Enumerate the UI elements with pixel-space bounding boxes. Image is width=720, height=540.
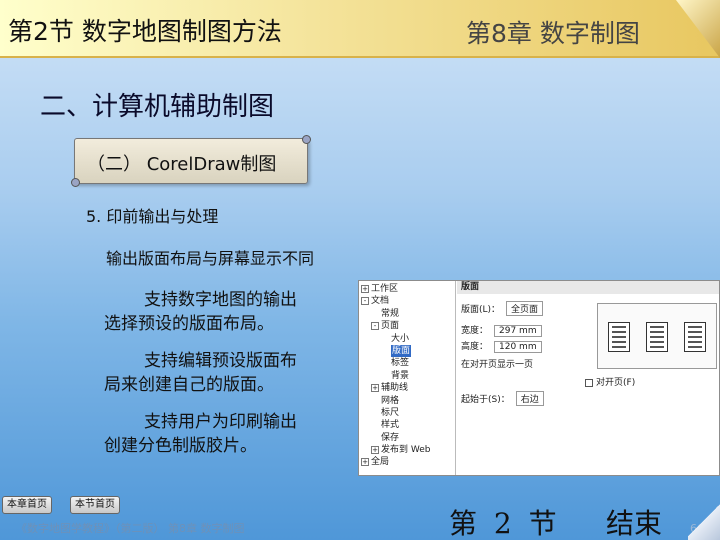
section-end-label: 第 2 节 bbox=[449, 507, 561, 540]
tree-item[interactable]: 常规 bbox=[361, 308, 455, 320]
tree-item-label: 版面 bbox=[391, 344, 412, 357]
scroll-banner: （二） CorelDraw制图 bbox=[71, 135, 311, 187]
heading: 二、计算机辅助制图 bbox=[40, 92, 275, 122]
tree-item[interactable]: 大小 bbox=[361, 333, 455, 345]
tree-item-label: 大小 bbox=[391, 333, 410, 344]
start-row: 起始于(S)： 右边 bbox=[461, 391, 544, 406]
layout-row: 版面(L)： 全页面 bbox=[461, 301, 544, 316]
paragraph-3: 支持用户为印刷输出 创建分色制版胶片。 bbox=[104, 410, 344, 458]
paragraph-line: 局来创建自己的版面。 bbox=[104, 375, 274, 395]
end-button[interactable]: 结束 bbox=[606, 502, 662, 540]
panel-title: 版面 bbox=[457, 281, 719, 294]
preview-page-icon bbox=[608, 322, 630, 352]
collapse-icon[interactable]: - bbox=[361, 297, 369, 306]
tree-item-label: 标签 bbox=[391, 358, 410, 369]
paragraph-2: 支持编辑预设版面布 局来创建自己的版面。 bbox=[104, 349, 344, 397]
tree-item[interactable]: + 辅助线 bbox=[361, 382, 455, 394]
paragraph-line: 支持用户为印刷输出 bbox=[144, 412, 297, 432]
tree-item[interactable]: 版面 bbox=[361, 344, 455, 357]
tree-item-label: 网格 bbox=[381, 395, 400, 406]
start-select[interactable]: 右边 bbox=[515, 391, 544, 406]
options-dialog-screenshot: + 工作区 - 文档 常规 - 页面 大小 版面 标签 背景 + 辅助线 网格 标尺 样式 保存 + 发布到 Web… bbox=[358, 280, 720, 476]
tree-item-label: 背景 bbox=[391, 370, 410, 381]
paragraph-1: 支持数字地图的输出 选择预设的版面布局。 bbox=[104, 288, 344, 336]
preview-page-icon bbox=[646, 322, 668, 352]
slide-header: 第2节 数字地图制图方法 第8章 数字制图 bbox=[0, 0, 720, 58]
facing-pages-checkbox[interactable] bbox=[585, 378, 593, 387]
width-field[interactable]: 297 mm bbox=[494, 325, 542, 337]
tree-item[interactable]: - 页面 bbox=[361, 320, 455, 332]
paragraph-line: 创建分色制版胶片。 bbox=[104, 436, 257, 456]
tree-item-label: 样式 bbox=[381, 420, 400, 431]
expand-icon[interactable]: + bbox=[361, 458, 369, 467]
section-home-button[interactable]: 本节首页 bbox=[70, 496, 120, 514]
tree-item-label: 发布到 Web bbox=[381, 445, 431, 456]
facing-pages-label: 对开页(F) bbox=[596, 378, 636, 388]
tree-item[interactable]: 标尺 bbox=[361, 407, 455, 419]
options-tree: + 工作区 - 文档 常规 - 页面 大小 版面 标签 背景 + 辅助线 网格 标尺 样式 保存 + 发布到 Web… bbox=[359, 281, 456, 475]
preview-page-icon bbox=[684, 322, 706, 352]
height-row: 高度： 120 mm bbox=[461, 339, 542, 353]
chapter-title: 第8章 数字制图 bbox=[466, 19, 640, 48]
paragraph-line: 支持编辑预设版面布 bbox=[144, 351, 297, 371]
footer-info: 《数字地图学教程》（第二版） 第8章 数字制图 bbox=[16, 522, 245, 535]
page-curl-corner bbox=[688, 500, 720, 540]
item-heading: 5. 印前输出与处理 bbox=[86, 207, 219, 226]
layout-select[interactable]: 全页面 bbox=[506, 301, 544, 316]
collapse-icon[interactable]: - bbox=[371, 322, 379, 331]
tree-item[interactable]: 标签 bbox=[361, 357, 455, 369]
facing-pages-option[interactable]: 对开页(F) bbox=[585, 375, 635, 388]
width-row: 宽度： 297 mm bbox=[461, 323, 542, 337]
tree-item-label: 全局 bbox=[371, 457, 390, 468]
layout-label: 版面(L)： bbox=[461, 305, 501, 315]
start-label: 起始于(S)： bbox=[461, 395, 510, 405]
tree-item[interactable]: + 工作区 bbox=[361, 283, 455, 295]
tree-item[interactable]: + 发布到 Web bbox=[361, 444, 455, 456]
tree-item-label: 文档 bbox=[371, 296, 390, 307]
page-curl-decoration bbox=[676, 0, 720, 58]
height-label: 高度： bbox=[461, 342, 489, 352]
expand-icon[interactable]: + bbox=[361, 285, 369, 293]
width-label: 宽度： bbox=[461, 326, 489, 336]
paragraph-line: 选择预设的版面布局。 bbox=[104, 314, 274, 334]
layout-panel: 版面 版面(L)： 全页面 宽度： 297 mm 高度： 120 mm 在对开页显示一… bbox=[457, 281, 719, 475]
tree-item-label: 辅助线 bbox=[381, 383, 409, 394]
tree-item[interactable]: 网格 bbox=[361, 395, 455, 407]
tree-item-label: 页面 bbox=[381, 321, 400, 332]
tree-item[interactable]: 样式 bbox=[361, 419, 455, 431]
chapter-home-button[interactable]: 本章首页 bbox=[2, 496, 52, 514]
expand-icon[interactable]: + bbox=[371, 384, 379, 393]
height-field[interactable]: 120 mm bbox=[494, 341, 542, 353]
expand-icon[interactable]: + bbox=[371, 446, 379, 455]
section-title: 第2节 数字地图制图方法 bbox=[8, 17, 282, 46]
tree-item-label: 常规 bbox=[381, 308, 400, 319]
tree-item[interactable]: + 全局 bbox=[361, 456, 455, 468]
tree-item-label: 工作区 bbox=[371, 284, 399, 294]
tree-item-label: 保存 bbox=[381, 432, 400, 443]
scroll-banner-label: （二） CorelDraw制图 bbox=[87, 154, 277, 175]
tree-item[interactable]: - 文档 bbox=[361, 295, 455, 307]
tree-item[interactable]: 背景 bbox=[361, 370, 455, 382]
facing-hint: 在对开页显示一页 bbox=[461, 360, 534, 370]
tree-item[interactable]: 保存 bbox=[361, 432, 455, 444]
subtitle: 输出版面布局与屏幕显示不同 bbox=[106, 249, 315, 268]
tree-item-label: 标尺 bbox=[381, 407, 400, 418]
layout-preview bbox=[597, 303, 717, 369]
paragraph-line: 支持数字地图的输出 bbox=[144, 290, 297, 310]
